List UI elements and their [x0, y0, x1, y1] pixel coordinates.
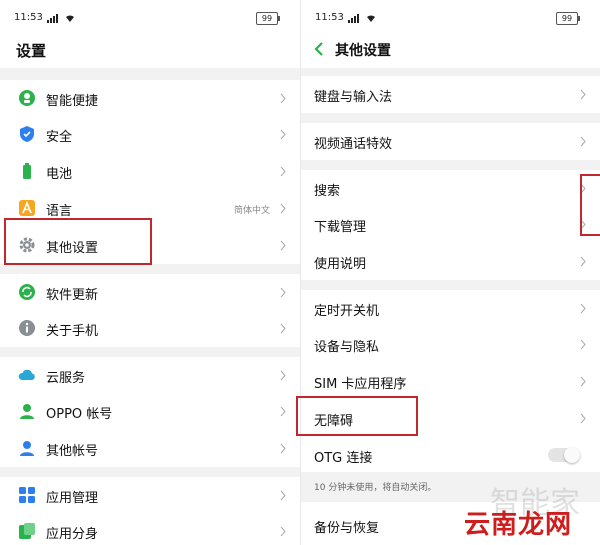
settings-item-app-management[interactable]: 应用管理	[0, 477, 300, 514]
highlight-box	[296, 396, 418, 436]
shield-icon	[20, 126, 34, 142]
settings-item-label: 语言	[46, 204, 73, 219]
chevron-right-icon	[280, 490, 286, 501]
section-divider	[0, 347, 300, 357]
wifi-icon	[66, 15, 74, 22]
chevron-right-icon	[580, 89, 586, 100]
section-divider	[301, 113, 600, 123]
chevron-right-icon	[580, 256, 586, 267]
chevron-right-icon	[580, 303, 586, 314]
chevron-right-icon	[580, 376, 586, 387]
section-divider	[0, 68, 300, 80]
settings-item-label: SIM 卡应用程序	[314, 377, 407, 392]
chevron-right-icon	[580, 339, 586, 350]
person-icon	[20, 404, 34, 419]
highlight-box	[580, 174, 600, 236]
settings-item-download-manager[interactable]: 下载管理	[301, 206, 600, 243]
settings-item-user-guide[interactable]: 使用说明	[301, 243, 600, 280]
settings-item-smart-assist[interactable]: 智能便捷	[0, 80, 300, 117]
status-time: 11:53	[14, 12, 43, 23]
settings-item-cloud-service[interactable]: 云服务	[0, 357, 300, 394]
app-clone-icon	[19, 523, 35, 539]
settings-item-label: 关于手机	[46, 324, 99, 339]
settings-item-label: OTG 连接	[314, 451, 373, 466]
battery-icon	[23, 163, 31, 179]
page-title: 设置	[16, 42, 47, 60]
chevron-right-icon	[280, 323, 286, 334]
settings-item-search[interactable]: 搜索	[301, 170, 600, 207]
settings-item-scheduled-power[interactable]: 定时开关机	[301, 290, 600, 327]
watermark-logo: 云南龙网	[464, 510, 573, 540]
settings-item-label: 智能便捷	[46, 94, 99, 109]
chevron-right-icon	[280, 526, 286, 537]
otg-hint-text: 10 分钟未使用，将自动关闭。	[314, 483, 437, 493]
settings-item-label: 软件更新	[46, 288, 99, 303]
section-divider	[0, 264, 300, 274]
section-divider	[301, 280, 600, 290]
settings-item-label: 电池	[46, 167, 73, 182]
info-icon	[19, 320, 35, 336]
status-bar: 11:53 99	[14, 12, 290, 26]
battery-indicator: 99	[256, 12, 280, 25]
account-icon	[20, 441, 34, 456]
settings-item-label: 使用说明	[314, 257, 367, 272]
settings-item-label: 定时开关机	[314, 304, 380, 319]
settings-item-label: 安全	[46, 130, 73, 145]
other-settings-panel: 11:53 99 其他设置 键盘与输入法 视频通话特效 搜索 下载管理 使用说明	[300, 0, 600, 545]
wifi-icon	[367, 15, 375, 22]
settings-item-label: 搜索	[314, 184, 341, 199]
chevron-right-icon	[580, 136, 586, 147]
settings-item-battery[interactable]: 电池	[0, 153, 300, 190]
settings-item-label: 下载管理	[314, 220, 367, 235]
otg-toggle[interactable]	[548, 447, 580, 463]
section-divider	[301, 68, 600, 76]
settings-item-label: 视频通话特效	[314, 137, 393, 152]
chevron-right-icon	[280, 166, 286, 177]
page-title: 其他设置	[335, 43, 391, 59]
chevron-right-icon	[280, 370, 286, 381]
settings-item-device-privacy[interactable]: 设备与隐私	[301, 326, 600, 363]
status-bar: 11:53 99	[315, 12, 590, 26]
section-divider	[0, 467, 300, 477]
section-divider	[301, 160, 600, 170]
chevron-right-icon	[280, 129, 286, 140]
smart-assist-icon	[19, 90, 35, 106]
signal-icon	[348, 14, 359, 23]
back-icon[interactable]	[313, 41, 325, 57]
chevron-right-icon	[280, 203, 286, 214]
settings-panel: 11:53 99 设置 智能便捷 安全 电池 语言 简体中文 其他设置 软件更新…	[0, 0, 300, 545]
language-value: 简体中文	[233, 206, 270, 216]
settings-item-security[interactable]: 安全	[0, 116, 300, 153]
settings-item-label: 键盘与输入法	[314, 90, 393, 105]
settings-item-keyboard-input[interactable]: 键盘与输入法	[301, 76, 600, 113]
chevron-right-icon	[280, 443, 286, 454]
settings-item-other-accounts[interactable]: 其他帐号	[0, 430, 300, 467]
settings-item-label: 备份与恢复	[314, 521, 380, 536]
settings-item-about-phone[interactable]: 关于手机	[0, 310, 300, 347]
settings-item-label: 云服务	[46, 371, 86, 386]
update-icon	[19, 284, 35, 300]
highlight-box	[4, 218, 152, 265]
cloud-icon	[18, 369, 35, 380]
settings-item-sim-apps[interactable]: SIM 卡应用程序	[301, 363, 600, 400]
settings-item-oppo-account[interactable]: OPPO 帐号	[0, 393, 300, 430]
settings-item-label: OPPO 帐号	[46, 407, 113, 422]
signal-icon	[47, 14, 58, 23]
battery-indicator: 99	[556, 12, 580, 25]
settings-item-software-update[interactable]: 软件更新	[0, 274, 300, 311]
language-icon	[19, 200, 35, 216]
settings-item-app-clone[interactable]: 应用分身	[0, 513, 300, 545]
settings-item-label: 其他帐号	[46, 444, 99, 459]
chevron-right-icon	[580, 413, 586, 424]
chevron-right-icon	[280, 287, 286, 298]
settings-item-label: 应用分身	[46, 527, 99, 542]
chevron-right-icon	[280, 93, 286, 104]
settings-item-video-call-effects[interactable]: 视频通话特效	[301, 123, 600, 160]
apps-icon	[19, 487, 35, 503]
chevron-right-icon	[280, 240, 286, 251]
settings-item-label: 应用管理	[46, 491, 99, 506]
settings-item-label: 设备与隐私	[314, 340, 380, 355]
chevron-right-icon	[280, 406, 286, 417]
status-time: 11:53	[315, 12, 344, 23]
